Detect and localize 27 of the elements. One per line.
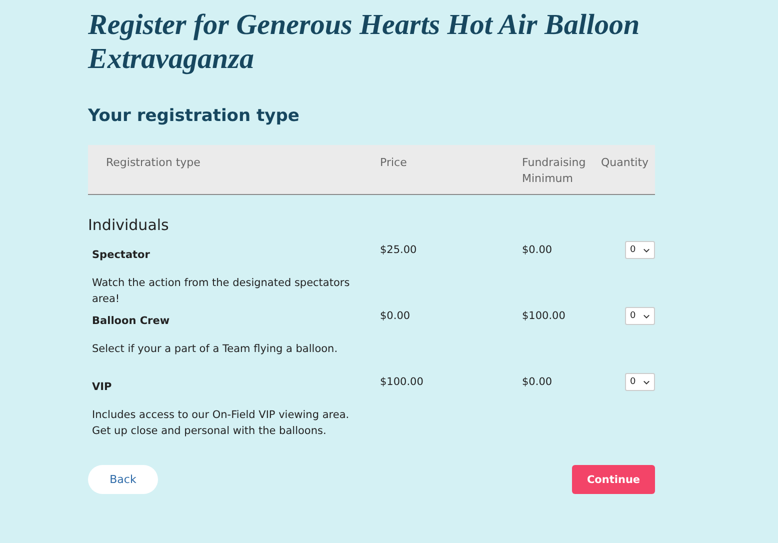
group-heading: Individuals	[88, 215, 170, 235]
column-header: Price	[380, 155, 408, 171]
fundraising-cell-text: $0.00	[522, 243, 554, 258]
chevron-down-icon	[643, 380, 650, 384]
fundraising-cell-text: $100.00	[522, 309, 566, 324]
price-cell-text: $25.00	[380, 243, 418, 258]
column-header: Quantity	[601, 155, 650, 171]
back-button[interactable]: Back	[88, 465, 158, 494]
registration-description: Select if your a part of a Team flying a balloon.	[92, 342, 339, 357]
quantity-select[interactable]: 0	[625, 241, 655, 259]
price-cell-text: $0.00	[380, 309, 412, 324]
registration-name: Spectator	[92, 248, 151, 262]
quantity-select[interactable]: 0	[625, 373, 655, 391]
continue-button[interactable]: Continue	[572, 465, 655, 494]
quantity-select[interactable]: 0	[625, 307, 655, 325]
fundraising-cell-text: $0.00	[522, 375, 554, 390]
registration-name: Balloon Crew	[92, 314, 171, 328]
section-heading: Your registration type	[88, 105, 300, 128]
price-cell-text: $100.00	[380, 375, 424, 390]
chevron-down-icon	[643, 248, 650, 252]
registration-description: Includes access to our On-Field VIP viewing area. Get up close and personal with the balloons.	[92, 408, 350, 439]
page-title: Register for Generous Hearts Hot Air Balloon Extravaganza	[88, 8, 641, 76]
chevron-down-icon	[643, 314, 650, 318]
column-header: Registration type	[105, 155, 202, 171]
column-header: Fundraising Minimum	[522, 155, 587, 187]
registration-description: Watch the action from the designated spectators area!	[92, 276, 351, 307]
registration-name: VIP	[92, 380, 113, 394]
